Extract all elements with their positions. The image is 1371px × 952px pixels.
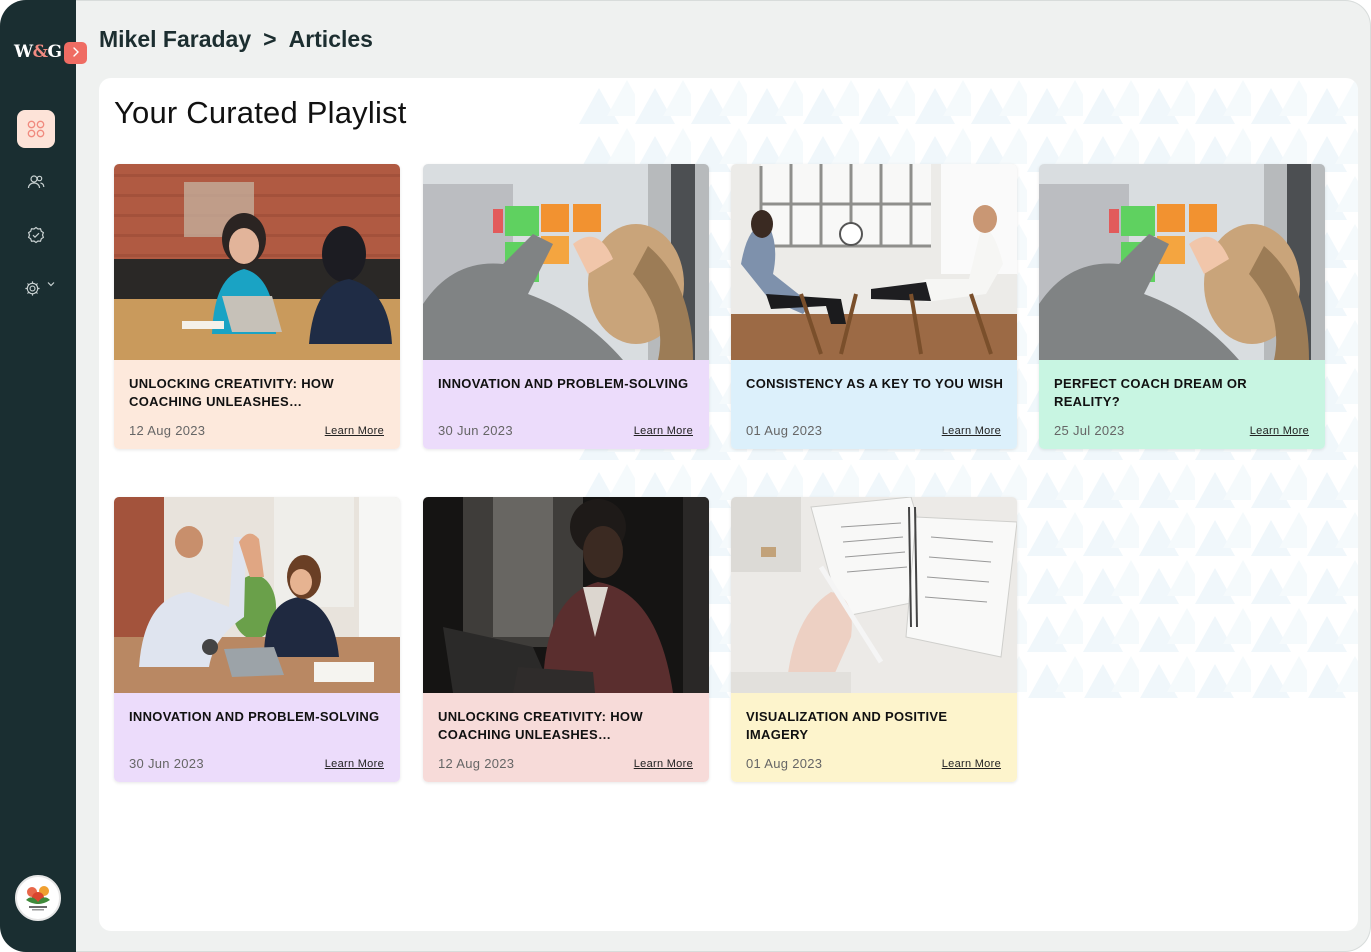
card-body: Innovation and problem-solving 30 Jun 20…	[114, 693, 400, 782]
article-card[interactable]: Perfect coach dream or reality? 25 Jul 2…	[1039, 164, 1325, 449]
card-body: Unlocking creativity: How coaching unlea…	[423, 693, 709, 782]
logo: W&G	[14, 42, 62, 62]
card-title: Perfect coach dream or reality?	[1054, 376, 1247, 409]
article-card[interactable]: Innovation and problem-solving 30 Jun 20…	[423, 164, 709, 449]
card-body: Unlocking creativity: How coaching unlea…	[114, 360, 400, 449]
card-body: Consistency as a key to you wish 01 Aug …	[731, 360, 1017, 449]
sidebar-item-verified[interactable]	[17, 216, 55, 254]
app-window: W&G Mikel Faraday > Articles Your Curate…	[0, 0, 1371, 952]
card-image	[1039, 164, 1325, 360]
card-title: Consistency as a key to you wish	[746, 376, 1004, 391]
card-title: Innovation and problem-solving	[438, 376, 689, 391]
card-date: 25 Jul 2023	[1054, 423, 1125, 438]
article-card[interactable]: Innovation and problem-solving 30 Jun 20…	[114, 497, 400, 782]
article-card[interactable]: Unlocking creativity: How coaching unlea…	[114, 164, 400, 449]
card-title: Innovation and problem-solving	[129, 709, 380, 724]
card-title: Unlocking creativity: How coaching unlea…	[129, 376, 334, 409]
learn-more-link[interactable]: Learn More	[634, 425, 693, 437]
sidebar-collapse-button[interactable]	[64, 42, 87, 64]
card-body: Innovation and problem-solving 30 Jun 20…	[423, 360, 709, 449]
card-title: Visualization and positive imagery	[746, 709, 948, 742]
sidebar-item-dashboard[interactable]	[17, 110, 55, 148]
avatar-logo-icon	[19, 879, 57, 917]
grid-icon	[27, 120, 45, 138]
breadcrumb-separator: >	[263, 26, 277, 52]
article-card[interactable]: Unlocking creativity: How coaching unlea…	[423, 497, 709, 782]
sidebar-item-settings[interactable]	[17, 269, 55, 307]
badge-check-icon	[27, 226, 45, 244]
breadcrumb-current: Articles	[288, 26, 373, 52]
learn-more-link[interactable]: Learn More	[942, 425, 1001, 437]
card-image	[423, 497, 709, 693]
learn-more-link[interactable]: Learn More	[634, 758, 693, 770]
chevron-right-icon	[71, 46, 80, 60]
card-title: Unlocking creativity: How coaching unlea…	[438, 709, 643, 742]
breadcrumb-parent[interactable]: Mikel Faraday	[99, 26, 251, 53]
card-image	[731, 164, 1017, 360]
learn-more-link[interactable]: Learn More	[1250, 425, 1309, 437]
card-date: 12 Aug 2023	[438, 756, 515, 771]
card-date: 30 Jun 2023	[129, 756, 204, 771]
page-title: Your Curated Playlist	[114, 95, 407, 130]
sidebar-item-people[interactable]	[17, 163, 55, 201]
learn-more-link[interactable]: Learn More	[325, 758, 384, 770]
chevron-down-icon	[47, 281, 55, 287]
card-date: 30 Jun 2023	[438, 423, 513, 438]
card-date: 01 Aug 2023	[746, 756, 823, 771]
card-date: 12 Aug 2023	[129, 423, 206, 438]
article-card[interactable]: Visualization and positive imagery 01 Au…	[731, 497, 1017, 782]
users-icon	[27, 173, 45, 191]
sidebar: W&G	[0, 0, 87, 952]
learn-more-link[interactable]: Learn More	[325, 425, 384, 437]
card-body: Perfect coach dream or reality? 25 Jul 2…	[1039, 360, 1325, 449]
avatar[interactable]	[15, 875, 61, 921]
card-body: Visualization and positive imagery 01 Au…	[731, 693, 1017, 782]
learn-more-link[interactable]: Learn More	[942, 758, 1001, 770]
main-panel: Your Curated Playlist UNLOCKING CREATIVI…	[99, 78, 1358, 931]
breadcrumb: Mikel Faraday > Articles	[99, 26, 373, 53]
gear-icon	[24, 280, 41, 297]
card-image	[114, 497, 400, 693]
card-date: 01 Aug 2023	[746, 423, 823, 438]
card-image	[731, 497, 1017, 693]
card-image	[114, 164, 400, 360]
card-image	[423, 164, 709, 360]
article-card[interactable]: Consistency as a key to you wish 01 Aug …	[731, 164, 1017, 449]
